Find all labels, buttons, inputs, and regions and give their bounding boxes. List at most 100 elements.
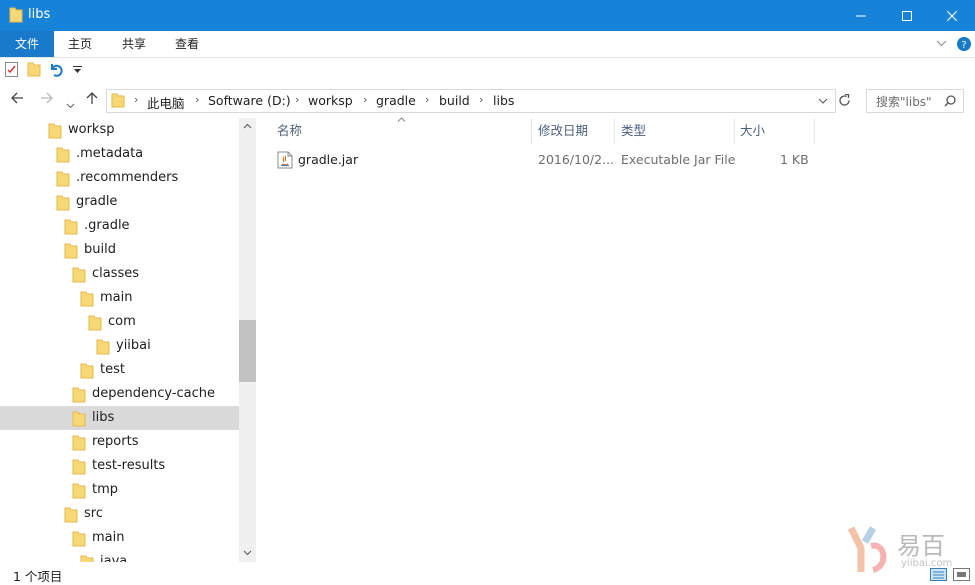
folder-icon [72,411,86,427]
column-divider[interactable] [531,118,532,144]
nav-scrollbar-thumb[interactable] [239,320,256,382]
breadcrumb-gradle[interactable]: gradle [376,93,416,108]
details-view-icon[interactable] [930,568,947,581]
svg-text:?: ? [961,40,966,51]
breadcrumb-build[interactable]: build [439,93,470,108]
arrow-right-icon [41,92,53,104]
breadcrumb-worksp[interactable]: worksp [308,93,353,108]
up-button[interactable] [85,91,99,109]
search-box[interactable]: 搜索"libs" [866,89,964,113]
nav-tree-item[interactable]: .recommenders [0,166,239,190]
folder-icon [72,531,86,547]
status-item-count: 1 个项目 [13,569,63,584]
quick-access-toolbar [0,58,975,82]
nav-tree-label: libs [92,410,115,425]
forward-button[interactable] [40,91,54,109]
nav-tree-item[interactable]: libs [0,406,239,430]
nav-tree-item[interactable]: test-results [0,454,239,478]
properties-icon[interactable] [5,62,18,77]
nav-tree-item[interactable]: tmp [0,478,239,502]
nav-tree-item[interactable]: src [0,502,239,526]
breadcrumb-separator-icon[interactable]: › [295,93,299,106]
refresh-icon[interactable] [838,94,851,107]
nav-tree-item[interactable]: classes [0,262,239,286]
tab-view[interactable]: 查看 [163,31,211,57]
breadcrumb-this-pc[interactable]: 此电脑 [147,93,185,112]
nav-tree-item[interactable]: .gradle [0,214,239,238]
breadcrumb-separator-icon[interactable]: › [195,93,199,106]
nav-tree-item[interactable]: main [0,526,239,550]
file-type: Executable Jar File [621,152,736,167]
nav-tree-item[interactable]: test [0,358,239,382]
folder-icon [72,267,86,283]
breadcrumb-separator-icon[interactable]: › [134,93,138,106]
folder-icon [56,147,70,163]
undo-icon[interactable] [48,62,63,77]
column-header-name[interactable]: 名称 [277,122,302,144]
file-name[interactable]: gradle.jar [298,152,358,167]
address-row: › 此电脑 › Software (D:) › worksp › gradle … [0,86,975,114]
chevron-down-icon[interactable] [818,98,828,104]
scroll-down-icon[interactable] [243,550,252,556]
column-divider[interactable] [614,118,615,144]
nav-tree-item[interactable]: build [0,238,239,262]
column-header-type[interactable]: 类型 [621,122,646,144]
column-header-size[interactable]: 大小 [740,122,765,144]
maximize-button[interactable] [884,0,930,31]
folder-icon [88,315,102,331]
breadcrumb-separator-icon[interactable]: › [425,93,429,106]
nav-tree-label: .recommenders [76,170,179,185]
nav-tree-item[interactable]: .metadata [0,142,239,166]
new-folder-icon[interactable] [27,62,41,77]
nav-tree-label: src [84,506,103,521]
folder-icon [80,291,94,307]
recent-locations-button[interactable] [66,95,75,113]
nav-tree-item[interactable]: com [0,310,239,334]
breadcrumb-drive[interactable]: Software (D:) [208,93,291,108]
folder-icon [111,93,125,108]
nav-tree-label: reports [92,434,139,449]
column-header-modified[interactable]: 修改日期 [538,122,588,144]
minimize-button[interactable] [838,0,884,31]
nav-tree-item[interactable]: gradle [0,190,239,214]
maximize-icon [902,10,912,21]
navigation-pane: worksp .metadata .recommenders gradle .gradl… [0,118,256,562]
nav-tree-item[interactable]: dependency-cache [0,382,239,406]
scroll-up-icon[interactable] [243,123,252,129]
chevron-down-icon[interactable] [936,40,947,47]
folder-icon [72,387,86,403]
search-input[interactable]: 搜索"libs" [876,93,932,110]
tab-file[interactable]: 文件 [0,31,54,57]
column-divider[interactable] [814,118,815,144]
nav-tree-label: main [100,290,133,305]
address-bar[interactable]: › 此电脑 › Software (D:) › worksp › gradle … [106,89,836,113]
nav-tree-label: main [92,530,125,545]
sort-ascending-icon [397,117,406,122]
folder-icon [56,171,70,187]
nav-tree-label: gradle [76,194,118,209]
nav-tree-label: dependency-cache [92,386,216,401]
nav-tree-item[interactable]: yiibai [0,334,239,358]
file-size: 1 KB [780,152,809,167]
help-icon[interactable]: ? [957,37,971,51]
nav-tree-item[interactable]: worksp [0,118,239,142]
nav-scrollbar[interactable] [239,118,256,562]
breadcrumb-separator-icon[interactable]: › [363,93,367,106]
nav-tree-label: tmp [92,482,119,497]
folder-icon [64,243,78,259]
large-icons-view-icon[interactable] [953,568,970,581]
nav-tree-item[interactable]: reports [0,430,239,454]
close-button[interactable] [929,0,975,31]
folder-icon [48,123,62,139]
tab-share[interactable]: 共享 [110,31,158,57]
nav-tree-item[interactable]: java [0,550,239,562]
nav-tree-label: classes [92,266,140,281]
tab-home[interactable]: 主页 [56,31,104,57]
nav-tree-item[interactable]: main [0,286,239,310]
back-button[interactable] [10,91,24,109]
breadcrumb-libs[interactable]: libs [493,93,514,108]
folder-icon [64,219,78,235]
breadcrumb-separator-icon[interactable]: › [479,93,483,106]
customize-dropdown-icon[interactable] [73,66,82,73]
column-divider[interactable] [734,118,735,144]
